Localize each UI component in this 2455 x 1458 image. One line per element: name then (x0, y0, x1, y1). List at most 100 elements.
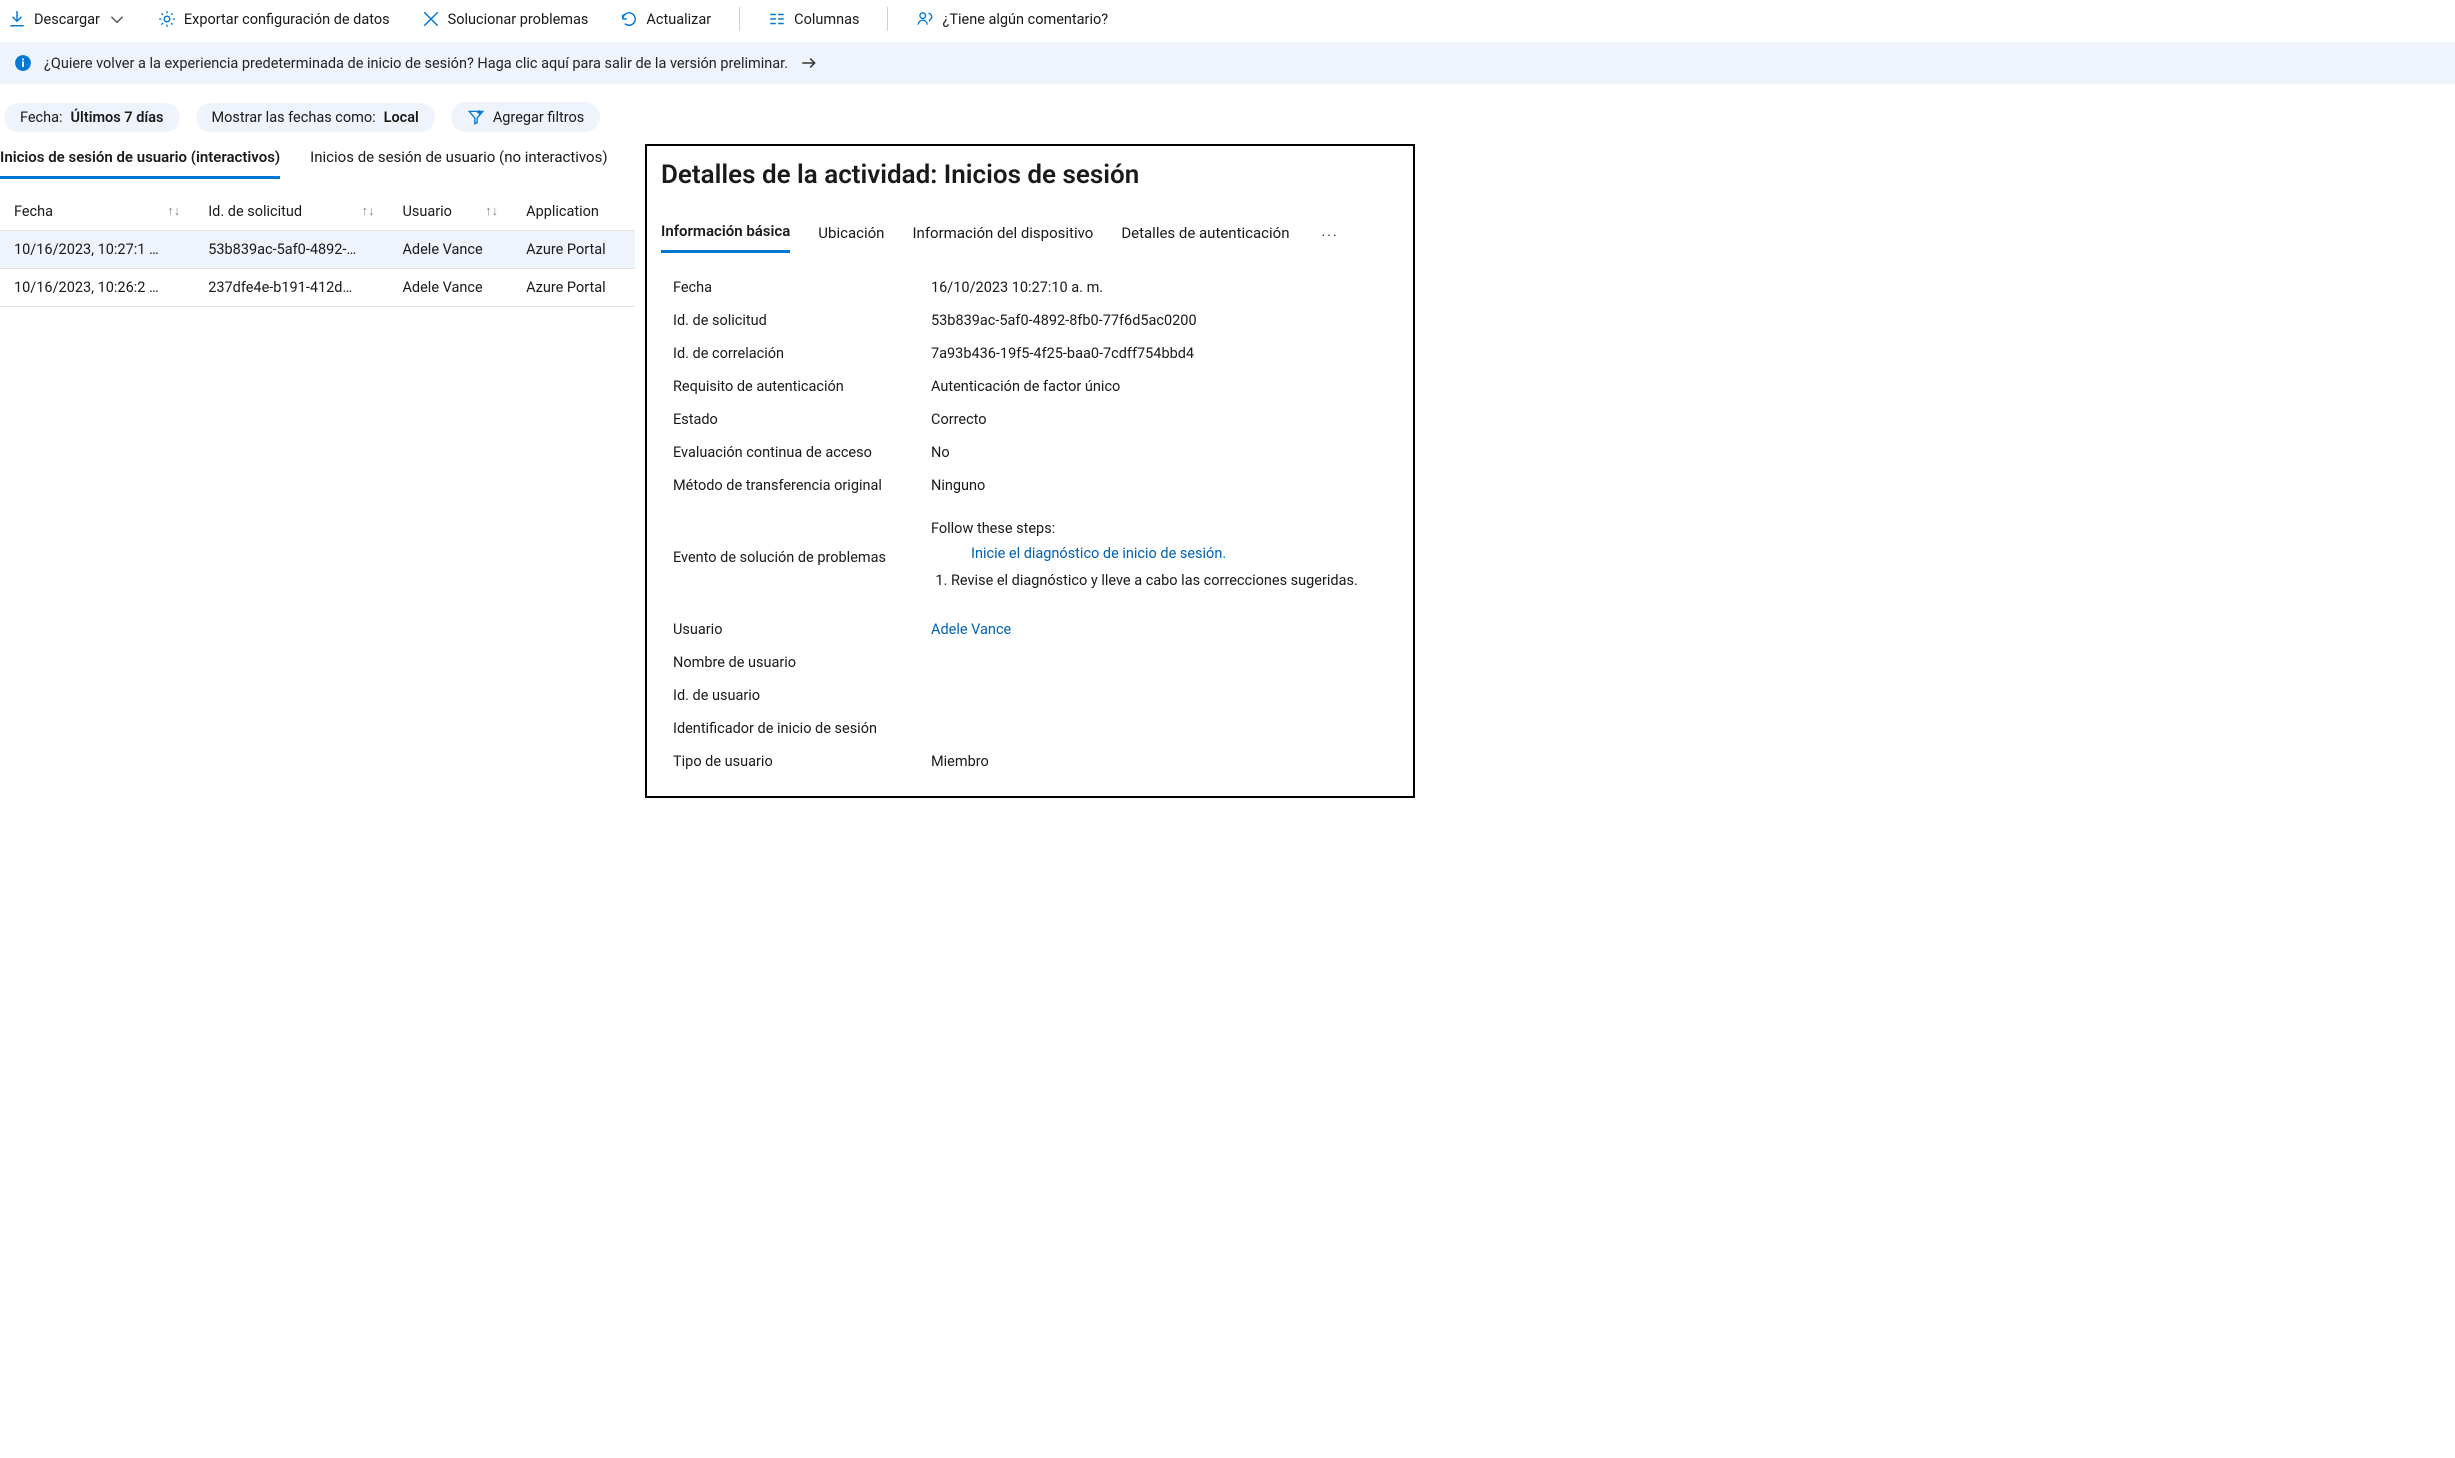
field-date: Fecha 16/10/2023 10:27:10 a. m. (661, 271, 1399, 304)
tab-auth-details[interactable]: Detalles de autenticación (1121, 220, 1289, 252)
add-filters-pill[interactable]: Agregar filtros (451, 102, 600, 132)
field-status-value: Correcto (931, 411, 1387, 428)
download-icon (8, 10, 26, 28)
gear-icon (158, 10, 176, 28)
field-auth-req-label: Requisito de autenticación (673, 378, 919, 395)
field-user-id: Id. de usuario (661, 679, 1399, 712)
col-request-id[interactable]: Id. de solicitud↑↓ (194, 193, 388, 231)
filter-icon (467, 108, 485, 126)
field-cae: Evaluación continua de acceso No (661, 436, 1399, 469)
field-correlation-id-label: Id. de correlación (673, 345, 919, 362)
field-troubleshoot-label: Evento de solución de problemas (673, 549, 919, 566)
field-signin-ident: Identificador de inicio de sesión (661, 712, 1399, 745)
info-icon (14, 54, 32, 72)
field-cae-label: Evaluación continua de acceso (673, 444, 919, 461)
tab-device-info[interactable]: Información del dispositivo (912, 220, 1093, 252)
sort-icon: ↑↓ (485, 203, 498, 219)
cell-request-id: 237dfe4e-b191-412d… (194, 269, 388, 307)
date-display-pill[interactable]: Mostrar las fechas como: Local (196, 103, 435, 132)
field-troubleshoot: Evento de solución de problemas Follow t… (661, 512, 1399, 603)
field-orig-transfer: Método de transferencia original Ninguno (661, 469, 1399, 502)
date-display-value: Local (384, 109, 419, 126)
field-troubleshoot-value: Follow these steps: Inicie el diagnóstic… (931, 520, 1387, 595)
export-settings-button[interactable]: Exportar configuración de datos (154, 6, 394, 32)
details-panel: Detalles de la actividad: Inicios de ses… (645, 144, 1415, 798)
field-correlation-id-value: 7a93b436-19f5-4f25-baa0-7cdff754bbd4 (931, 345, 1387, 362)
left-panel: Inicios de sesión de usuario (interactiv… (0, 144, 635, 307)
troubleshoot-button[interactable]: Solucionar problemas (418, 6, 593, 32)
columns-icon (768, 10, 786, 28)
preview-info-bar[interactable]: ¿Quiere volver a la experiencia predeter… (0, 42, 2455, 84)
troubleshoot-label: Solucionar problemas (448, 11, 589, 28)
field-username-label: Nombre de usuario (673, 654, 919, 671)
cell-user: Adele Vance (388, 269, 512, 307)
field-auth-req: Requisito de autenticación Autenticación… (661, 370, 1399, 403)
refresh-icon (620, 10, 638, 28)
start-signin-diagnostic-link[interactable]: Inicie el diagnóstico de inicio de sesió… (971, 545, 1226, 562)
cell-request-id: 53b839ac-5af0-4892-… (194, 231, 388, 269)
field-user-type-label: Tipo de usuario (673, 753, 919, 770)
date-filter-label: Fecha: (20, 109, 63, 126)
field-cae-value: No (931, 444, 1387, 461)
table-row[interactable]: 10/16/2023, 10:26:2 …237dfe4e-b191-412d…… (0, 269, 635, 307)
details-title: Detalles de la actividad: Inicios de ses… (661, 160, 1399, 190)
filters-row: Fecha: Últimos 7 días Mostrar las fechas… (0, 102, 2455, 132)
field-user-type-value: Miembro (931, 753, 1387, 770)
command-bar: Descargar Exportar configuración de dato… (0, 0, 2455, 42)
date-display-label: Mostrar las fechas como: (212, 109, 376, 126)
field-signin-ident-label: Identificador de inicio de sesión (673, 720, 919, 737)
arrow-right-icon (800, 54, 818, 72)
tab-interactive[interactable]: Inicios de sesión de usuario (interactiv… (0, 144, 280, 179)
refresh-label: Actualizar (646, 11, 711, 28)
feedback-button[interactable]: ¿Tiene algún comentario? (912, 6, 1112, 32)
export-settings-label: Exportar configuración de datos (184, 11, 390, 28)
field-user: Usuario Adele Vance (661, 613, 1399, 646)
field-username: Nombre de usuario (661, 646, 1399, 679)
cell-date: 10/16/2023, 10:26:2 … (0, 269, 194, 307)
field-request-id-label: Id. de solicitud (673, 312, 919, 329)
field-user-label: Usuario (673, 621, 919, 638)
table-row[interactable]: 10/16/2023, 10:27:1 …53b839ac-5af0-4892-… (0, 231, 635, 269)
info-bar-text: ¿Quiere volver a la experiencia predeter… (44, 55, 788, 72)
cell-application: Azure Portal (512, 269, 635, 307)
download-label: Descargar (34, 11, 100, 28)
field-status: Estado Correcto (661, 403, 1399, 436)
columns-button[interactable]: Columnas (764, 6, 863, 32)
col-date[interactable]: Fecha↑↓ (0, 193, 194, 231)
download-button[interactable]: Descargar (4, 6, 130, 32)
tab-noninteractive[interactable]: Inicios de sesión de usuario (no interac… (310, 144, 607, 179)
troubleshoot-intro: Follow these steps: (931, 520, 1387, 537)
chevron-down-icon (108, 10, 126, 28)
field-request-id: Id. de solicitud 53b839ac-5af0-4892-8fb0… (661, 304, 1399, 337)
field-date-value: 16/10/2023 10:27:10 a. m. (931, 279, 1387, 296)
field-orig-transfer-value: Ninguno (931, 477, 1387, 494)
col-application[interactable]: Application (512, 193, 635, 231)
tab-location[interactable]: Ubicación (818, 220, 884, 252)
feedback-icon (916, 10, 934, 28)
date-filter-pill[interactable]: Fecha: Últimos 7 días (4, 103, 180, 132)
col-user[interactable]: Usuario↑↓ (388, 193, 512, 231)
field-auth-req-value: Autenticación de factor único (931, 378, 1387, 395)
tab-basic-info[interactable]: Información básica (661, 218, 790, 253)
date-filter-value: Últimos 7 días (71, 109, 164, 126)
field-request-id-value: 53b839ac-5af0-4892-8fb0-77f6d5ac0200 (931, 312, 1387, 329)
separator (887, 7, 888, 31)
cell-user: Adele Vance (388, 231, 512, 269)
field-correlation-id: Id. de correlación 7a93b436-19f5-4f25-ba… (661, 337, 1399, 370)
signin-type-tabs: Inicios de sesión de usuario (interactiv… (0, 144, 635, 179)
field-date-label: Fecha (673, 279, 919, 296)
field-user-value-link[interactable]: Adele Vance (931, 621, 1387, 638)
refresh-button[interactable]: Actualizar (616, 6, 715, 32)
field-orig-transfer-label: Método de transferencia original (673, 477, 919, 494)
separator (739, 7, 740, 31)
details-tabs: Información básica Ubicación Información… (661, 218, 1399, 253)
cell-date: 10/16/2023, 10:27:1 … (0, 231, 194, 269)
field-user-type: Tipo de usuario Miembro (661, 745, 1399, 778)
sort-icon: ↑↓ (167, 203, 180, 219)
add-filters-label: Agregar filtros (493, 109, 584, 126)
field-user-id-label: Id. de usuario (673, 687, 919, 704)
cell-application: Azure Portal (512, 231, 635, 269)
feedback-label: ¿Tiene algún comentario? (942, 11, 1108, 28)
troubleshoot-step-1: Revise el diagnóstico y lleve a cabo las… (951, 572, 1387, 589)
more-tabs-button[interactable]: ··· (1318, 228, 1343, 244)
